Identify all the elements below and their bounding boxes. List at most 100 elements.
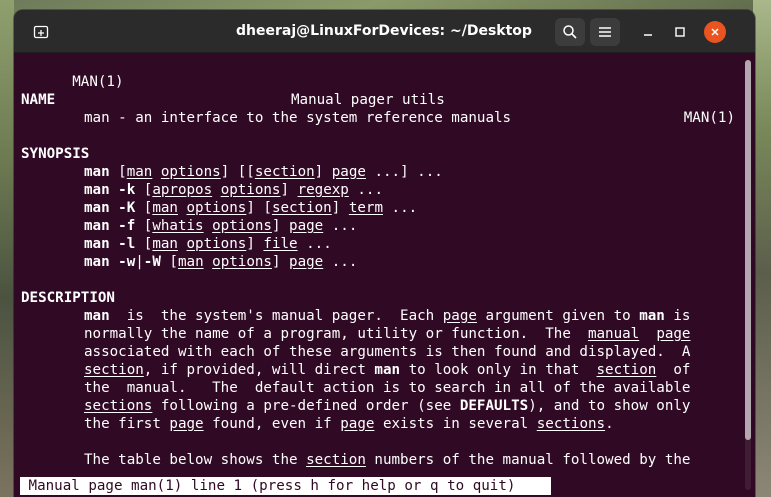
synopsis-line-segment: ]	[271, 254, 290, 270]
description-line-segment: page	[169, 416, 204, 432]
description-line-segment: man	[639, 308, 665, 324]
synopsis-line-segment: page	[289, 254, 324, 270]
minimize-icon	[644, 34, 652, 36]
description-line: sections following a pre-defined order (…	[84, 397, 690, 415]
synopsis-line-segment	[212, 182, 221, 198]
synopsis-line-segment: man	[152, 236, 178, 252]
synopsis-line-segment: man	[126, 164, 153, 180]
name-heading: NAME	[21, 92, 56, 108]
minimize-button[interactable]	[636, 18, 660, 46]
synopsis-line-segment: man -w	[84, 254, 136, 270]
description-line-segment: exists in several	[374, 416, 537, 432]
synopsis-line: man [man options] [[section] page ...] .…	[84, 163, 443, 181]
description-line: The table below shows the section number…	[84, 451, 690, 469]
description-line-segment: page	[656, 326, 691, 342]
synopsis-line-segment: [	[135, 200, 153, 216]
description-line-segment: the manual. The default action is to sea…	[84, 380, 691, 396]
close-icon	[711, 28, 719, 36]
search-icon	[563, 25, 577, 39]
synopsis-line-segment: ]	[331, 200, 349, 216]
synopsis-line-segment: section	[271, 200, 332, 216]
description-line-segment: page	[442, 308, 477, 324]
window-title: dheeraj@LinuxForDevices: ~/Desktop	[236, 23, 532, 39]
new-tab-button[interactable]	[27, 18, 55, 46]
new-tab-icon	[33, 25, 49, 39]
description-line: associated with each of these arguments …	[84, 343, 690, 361]
description-line-segment: numbers of the manual followed by the	[365, 452, 691, 468]
synopsis-line-segment: ...	[323, 218, 358, 234]
synopsis-line-segment: man	[177, 254, 204, 270]
synopsis-line-segment: man	[84, 164, 110, 180]
desktop-wallpaper-left	[0, 0, 14, 497]
synopsis-line-segment: options	[212, 218, 272, 234]
synopsis-line: man -k [apropos options] regexp ...	[84, 181, 383, 199]
man-header-left: MAN(1)	[72, 74, 124, 90]
synopsis-line-segment	[152, 164, 161, 180]
description-line-segment: normally the name of a program, utility …	[84, 326, 588, 342]
description-line-segment: DEFAULTS	[459, 398, 529, 414]
terminal-content[interactable]: MAN(1) Manual pager utils MAN(1) NAME ma…	[14, 53, 742, 497]
synopsis-line-segment: ...	[348, 182, 383, 198]
description-line-segment: section	[596, 362, 657, 378]
synopsis-line-segment: term	[348, 200, 383, 216]
description-line-segment: associated with each of these arguments …	[84, 344, 691, 360]
description-line-segment: is	[664, 308, 691, 324]
description-line-segment: is the system's manual pager. Each	[109, 308, 443, 324]
synopsis-line-segment: [	[160, 254, 178, 270]
scrollbar-thumb[interactable]	[745, 60, 751, 440]
description-line: man is the system's manual pager. Each p…	[84, 307, 690, 325]
synopsis-line-segment: ]	[246, 236, 264, 252]
synopsis-line-segment: regexp	[297, 182, 349, 198]
title-bar: dheeraj@LinuxForDevices: ~/Desktop	[14, 10, 755, 53]
description-line-segment: page	[340, 416, 375, 432]
description-line-segment: ), and to show only	[528, 398, 691, 414]
description-line: section, if provided, will direct man to…	[84, 361, 690, 379]
synopsis-line-segment: man -f	[84, 218, 136, 234]
synopsis-line-segment	[204, 218, 213, 234]
description-line: the manual. The default action is to sea…	[84, 379, 690, 397]
synopsis-line-segment	[178, 236, 187, 252]
synopsis-line-segment: ]	[280, 182, 298, 198]
description-line-segment	[639, 326, 656, 342]
synopsis-line-segment: ]	[314, 164, 332, 180]
search-button[interactable]	[555, 18, 585, 46]
synopsis-line-segment: man -k	[84, 182, 136, 198]
description-line-segment: sections	[536, 416, 606, 432]
synopsis-line-segment: -W	[143, 254, 161, 270]
synopsis-line-segment: ]	[271, 218, 290, 234]
description-line-segment: following a pre-defined order (see	[152, 398, 460, 414]
description-line-segment: man	[374, 362, 401, 378]
description-line-segment: sections	[84, 398, 153, 414]
description-line-segment: argument given to	[476, 308, 640, 324]
menu-button[interactable]	[590, 18, 620, 46]
description-line-segment: man	[84, 308, 110, 324]
man-header-right: MAN(1)	[683, 110, 735, 126]
synopsis-line-segment: section	[254, 164, 315, 180]
synopsis-line-segment: man -l	[84, 236, 136, 252]
synopsis-line-segment: ...	[323, 254, 358, 270]
scrollbar[interactable]	[745, 60, 751, 490]
synopsis-line-segment: page	[331, 164, 366, 180]
close-button[interactable]	[704, 21, 726, 43]
synopsis-line-segment: |	[135, 254, 144, 270]
maximize-button[interactable]	[668, 18, 692, 46]
synopsis-line-segment: options	[160, 164, 221, 180]
synopsis-line: man -K [man options] [section] term ...	[84, 199, 417, 217]
desktop-wallpaper-right	[753, 0, 771, 497]
description-line: the first page found, even if page exist…	[84, 415, 614, 433]
synopsis-line: man -l [man options] file ...	[84, 235, 332, 253]
man-header: MAN(1) Manual pager utils MAN(1)	[21, 55, 735, 126]
synopsis-line-segment	[204, 254, 213, 270]
synopsis-line-segment: ] [[	[220, 164, 255, 180]
synopsis-line-segment: ] [	[246, 200, 272, 216]
synopsis-line-segment: apropos	[152, 182, 213, 198]
description-line-segment: section	[306, 452, 366, 468]
synopsis-line-segment: [	[135, 218, 153, 234]
synopsis-line-segment: [	[135, 236, 153, 252]
synopsis-line: man -w|-W [man options] page ...	[84, 253, 357, 271]
synopsis-line-segment: options	[186, 236, 247, 252]
description-line: normally the name of a program, utility …	[84, 325, 690, 343]
synopsis-line-segment: options	[220, 182, 281, 198]
synopsis-line-segment: ...] ...	[365, 164, 443, 180]
description-line-segment: , if provided, will direct	[143, 362, 375, 378]
